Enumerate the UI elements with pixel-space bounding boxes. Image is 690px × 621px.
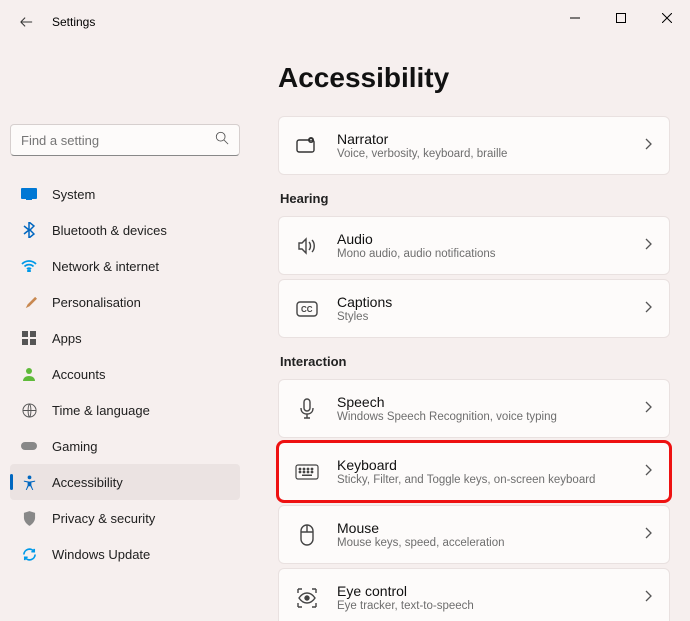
card-speech[interactable]: SpeechWindows Speech Recognition, voice … [278, 379, 670, 438]
nav-item-apps[interactable]: Apps [10, 320, 240, 356]
card-title: Audio [337, 231, 645, 247]
nav-item-wifi[interactable]: Network & internet [10, 248, 240, 284]
gaming-icon [20, 437, 38, 455]
system-icon [20, 185, 38, 203]
search-box[interactable] [10, 124, 240, 156]
wifi-icon [20, 257, 38, 275]
eye-icon [295, 586, 319, 610]
card-mouse[interactable]: MouseMouse keys, speed, acceleration [278, 505, 670, 564]
nav-item-label: Bluetooth & devices [52, 223, 167, 238]
update-icon [20, 545, 38, 563]
sidebar: System Bluetooth & devices Network & inter… [0, 44, 250, 621]
speech-icon [295, 397, 319, 421]
window-controls [552, 10, 690, 34]
section-heading: Interaction [280, 354, 670, 369]
nav-item-shield[interactable]: Privacy & security [10, 500, 240, 536]
card-body: Eye controlEye tracker, text-to-speech [337, 583, 645, 612]
card-title: Speech [337, 394, 645, 410]
titlebar: Settings [0, 0, 690, 44]
chevron-right-icon [645, 589, 653, 607]
chevron-right-icon [645, 237, 653, 255]
card-captions[interactable]: CC CaptionsStyles [278, 279, 670, 338]
card-subtitle: Styles [337, 311, 645, 323]
card-body: KeyboardSticky, Filter, and Toggle keys,… [337, 457, 645, 486]
card-body: CaptionsStyles [337, 294, 645, 323]
nav-item-system[interactable]: System [10, 176, 240, 212]
card-subtitle: Mouse keys, speed, acceleration [337, 537, 645, 549]
brush-icon [20, 293, 38, 311]
nav-item-label: Windows Update [52, 547, 150, 562]
search-icon [215, 131, 229, 150]
maximize-icon [616, 13, 626, 23]
search-input[interactable] [21, 133, 215, 148]
card-title: Keyboard [337, 457, 645, 473]
section-heading: Hearing [280, 191, 670, 206]
card-body: SpeechWindows Speech Recognition, voice … [337, 394, 645, 423]
svg-text:CC: CC [301, 305, 313, 314]
chevron-right-icon [645, 300, 653, 318]
globe-icon [20, 401, 38, 419]
arrow-left-icon [19, 15, 33, 29]
audio-icon [295, 234, 319, 258]
a11y-icon [20, 473, 38, 491]
narrator-icon [295, 134, 319, 158]
apps-icon [20, 329, 38, 347]
nav-item-label: Privacy & security [52, 511, 155, 526]
card-title: Eye control [337, 583, 645, 599]
card-body: MouseMouse keys, speed, acceleration [337, 520, 645, 549]
card-audio[interactable]: AudioMono audio, audio notifications [278, 216, 670, 275]
card-title: Narrator [337, 131, 645, 147]
account-icon [20, 365, 38, 383]
main-content: Accessibility NarratorVoice, verbosity, … [250, 44, 690, 621]
nav-item-label: System [52, 187, 95, 202]
card-subtitle: Eye tracker, text-to-speech [337, 600, 645, 612]
card-keyboard[interactable]: KeyboardSticky, Filter, and Toggle keys,… [278, 442, 670, 501]
nav-item-bluetooth[interactable]: Bluetooth & devices [10, 212, 240, 248]
mouse-icon [295, 523, 319, 547]
page-title: Accessibility [278, 62, 670, 94]
card-narrator[interactable]: NarratorVoice, verbosity, keyboard, brai… [278, 116, 670, 175]
maximize-button[interactable] [598, 2, 644, 34]
card-body: AudioMono audio, audio notifications [337, 231, 645, 260]
captions-icon: CC [295, 297, 319, 321]
nav-item-label: Network & internet [52, 259, 159, 274]
card-subtitle: Mono audio, audio notifications [337, 248, 645, 260]
nav-list: System Bluetooth & devices Network & inter… [10, 176, 240, 572]
chevron-right-icon [645, 400, 653, 418]
minimize-button[interactable] [552, 2, 598, 34]
card-title: Captions [337, 294, 645, 310]
card-subtitle: Voice, verbosity, keyboard, braille [337, 148, 645, 160]
nav-item-gaming[interactable]: Gaming [10, 428, 240, 464]
shield-icon [20, 509, 38, 527]
card-body: NarratorVoice, verbosity, keyboard, brai… [337, 131, 645, 160]
keyboard-icon [295, 460, 319, 484]
nav-item-label: Time & language [52, 403, 150, 418]
nav-item-label: Personalisation [52, 295, 141, 310]
card-title: Mouse [337, 520, 645, 536]
bluetooth-icon [20, 221, 38, 239]
nav-item-a11y[interactable]: Accessibility [10, 464, 240, 500]
nav-item-update[interactable]: Windows Update [10, 536, 240, 572]
chevron-right-icon [645, 463, 653, 481]
nav-item-label: Apps [52, 331, 82, 346]
minimize-icon [570, 13, 580, 23]
card-subtitle: Sticky, Filter, and Toggle keys, on-scre… [337, 474, 645, 486]
nav-item-brush[interactable]: Personalisation [10, 284, 240, 320]
nav-item-globe[interactable]: Time & language [10, 392, 240, 428]
app-title: Settings [52, 15, 95, 29]
card-subtitle: Windows Speech Recognition, voice typing [337, 411, 645, 423]
card-eye[interactable]: Eye controlEye tracker, text-to-speech [278, 568, 670, 621]
back-button[interactable] [16, 12, 36, 32]
close-button[interactable] [644, 2, 690, 34]
chevron-right-icon [645, 526, 653, 544]
chevron-right-icon [645, 137, 653, 155]
nav-item-account[interactable]: Accounts [10, 356, 240, 392]
nav-item-label: Accounts [52, 367, 105, 382]
close-icon [662, 13, 672, 23]
nav-item-label: Gaming [52, 439, 98, 454]
nav-item-label: Accessibility [52, 475, 123, 490]
